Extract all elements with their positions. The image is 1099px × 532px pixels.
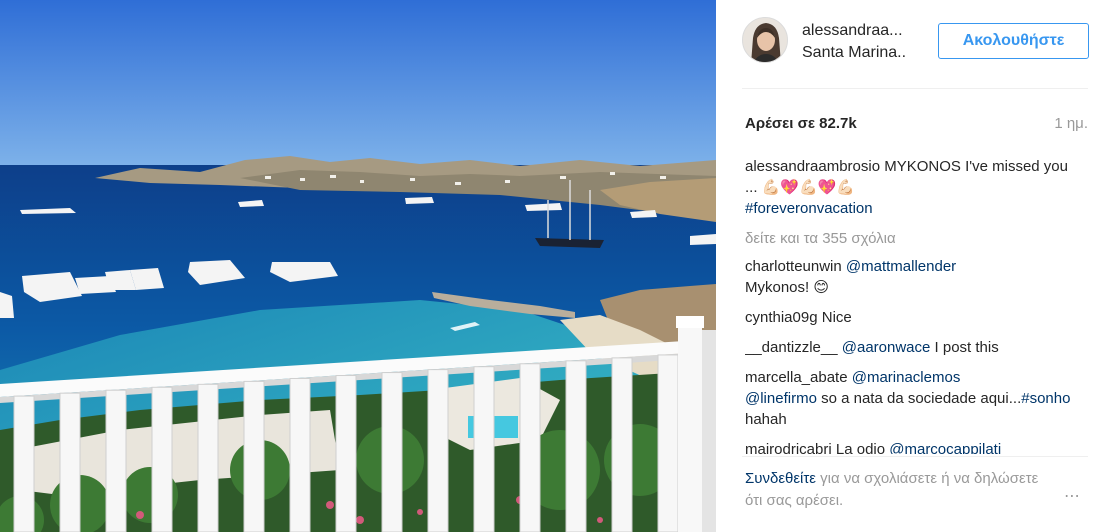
post-side-panel: alessandraa... Santa Marina.. Ακολουθήστ… xyxy=(716,0,1099,532)
login-link[interactable]: Συνδεθείτε xyxy=(745,470,816,487)
railing-baluster xyxy=(59,392,81,532)
railing-baluster xyxy=(657,354,679,532)
comment-username[interactable]: marcella_abate xyxy=(745,369,848,386)
post-header: alessandraa... Santa Marina.. Ακολουθήστ… xyxy=(742,14,1089,72)
comment-mention-2[interactable]: @linefirmo xyxy=(745,390,817,407)
comment-text: I post this xyxy=(930,339,999,356)
more-options-icon[interactable]: ⋯ xyxy=(1064,486,1081,506)
railing-baluster xyxy=(611,357,633,532)
post-photo[interactable] xyxy=(0,0,716,532)
railing-baluster xyxy=(565,360,587,532)
railing-baluster xyxy=(381,372,403,532)
railing-baluster xyxy=(427,369,449,532)
footer-divider xyxy=(742,456,1088,457)
follow-button[interactable]: Ακολουθήστε xyxy=(938,23,1089,59)
view-all-comments-link[interactable]: δείτε και τα 355 σχόλια xyxy=(745,228,1080,249)
post-time[interactable]: 1 ημ. xyxy=(1054,115,1088,132)
comment-item: marcella_abate @marinaclemos @linefirmo … xyxy=(745,367,1080,430)
comment-username[interactable]: cynthia09g xyxy=(745,309,818,326)
comment-username[interactable]: charlotteunwin xyxy=(745,258,842,275)
comment-hashtag[interactable]: #sonho xyxy=(1021,390,1070,407)
login-prompt: Συνδεθείτε για να σχολιάσετε ή να δηλώσε… xyxy=(745,468,1045,512)
header-divider xyxy=(742,88,1088,89)
railing-baluster xyxy=(105,389,127,532)
comment-item: cynthia09g Nice xyxy=(745,307,1080,328)
comment-username[interactable]: __dantizzle__ xyxy=(745,339,838,356)
comment-text: Nice xyxy=(817,309,852,326)
likes-row: Αρέσει σε 82.7k 1 ημ. xyxy=(742,113,1088,135)
profile-picture xyxy=(743,18,787,62)
railing-baluster xyxy=(151,386,173,532)
comment-mention[interactable]: @mattmallender xyxy=(846,258,956,275)
railing-baluster xyxy=(197,383,219,532)
comment-text: so a nata da sociedade aqui... xyxy=(816,390,1022,407)
comment-mention[interactable]: @aaronwace xyxy=(842,339,931,356)
caption-hashtag[interactable]: #foreveronvacation xyxy=(745,200,873,217)
comment-mention[interactable]: @marcocappilati xyxy=(889,441,1001,454)
railing-baluster xyxy=(335,375,357,532)
likes-count[interactable]: Αρέσει σε 82.7k xyxy=(745,115,857,132)
comment-item: charlotteunwin @mattmallender Mykonos! 😊 xyxy=(745,256,1080,298)
comment-text-2: hahah xyxy=(745,411,787,428)
caption: alessandraambrosio MYKONOS I've missed y… xyxy=(745,156,1080,219)
avatar[interactable] xyxy=(742,17,788,63)
comment-item: mairodricabri La odio @marcocappilati xyxy=(745,439,1080,454)
comments-list[interactable]: alessandraambrosio MYKONOS I've missed y… xyxy=(745,156,1080,454)
railing-baluster xyxy=(473,366,495,532)
comment-username[interactable]: mairodricabri xyxy=(745,441,832,454)
railing-baluster xyxy=(519,363,541,532)
railing-baluster xyxy=(243,380,265,532)
caption-emoji: 💪🏻💖💪🏻💖💪🏻 xyxy=(761,179,856,196)
comment-text: Mykonos! 😊 xyxy=(745,279,829,296)
railing-baluster xyxy=(289,377,311,532)
mykonos-sea-photo xyxy=(0,0,716,532)
comment-mention[interactable]: @marinaclemos xyxy=(852,369,961,386)
caption-username[interactable]: alessandraambrosio xyxy=(745,158,880,175)
railing-baluster xyxy=(13,395,35,532)
comment-item: __dantizzle__ @aaronwace I post this xyxy=(745,337,1080,358)
username[interactable]: alessandraa... xyxy=(802,22,903,40)
location[interactable]: Santa Marina.. xyxy=(802,44,906,62)
comment-text: La odio xyxy=(831,441,890,454)
comment-footer: Συνδεθείτε για να σχολιάσετε ή να δηλώσε… xyxy=(745,468,1091,518)
